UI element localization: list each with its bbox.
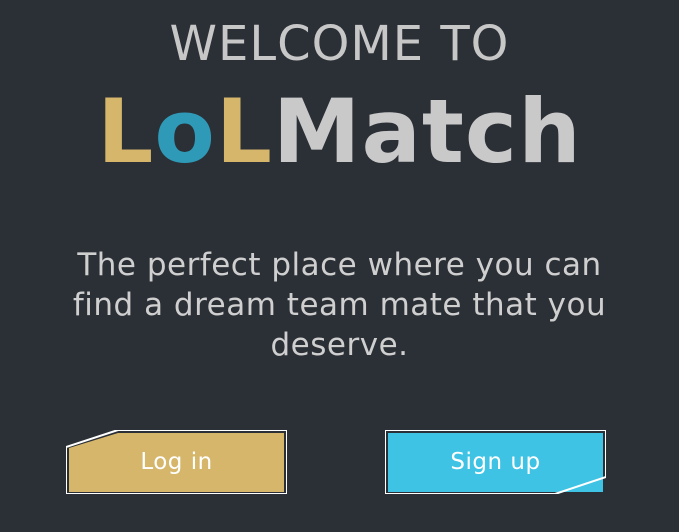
signup-button-label: Sign up — [450, 449, 541, 475]
logo-letter-l2: L — [215, 80, 273, 183]
landing-page: WELCOME TO LoLMatch The perfect place wh… — [0, 0, 679, 532]
logo-letter-l1: L — [97, 80, 155, 183]
welcome-heading: WELCOME TO — [169, 16, 510, 72]
login-button[interactable]: Log in — [66, 430, 287, 494]
logo-word-match: Match — [272, 80, 582, 183]
logo-letter-o: o — [154, 80, 216, 183]
signup-button[interactable]: Sign up — [385, 430, 606, 494]
tagline-text: The perfect place where you can find a d… — [72, 247, 607, 363]
app-logo: LoLMatch — [0, 82, 679, 182]
login-button-label: Log in — [140, 449, 213, 475]
